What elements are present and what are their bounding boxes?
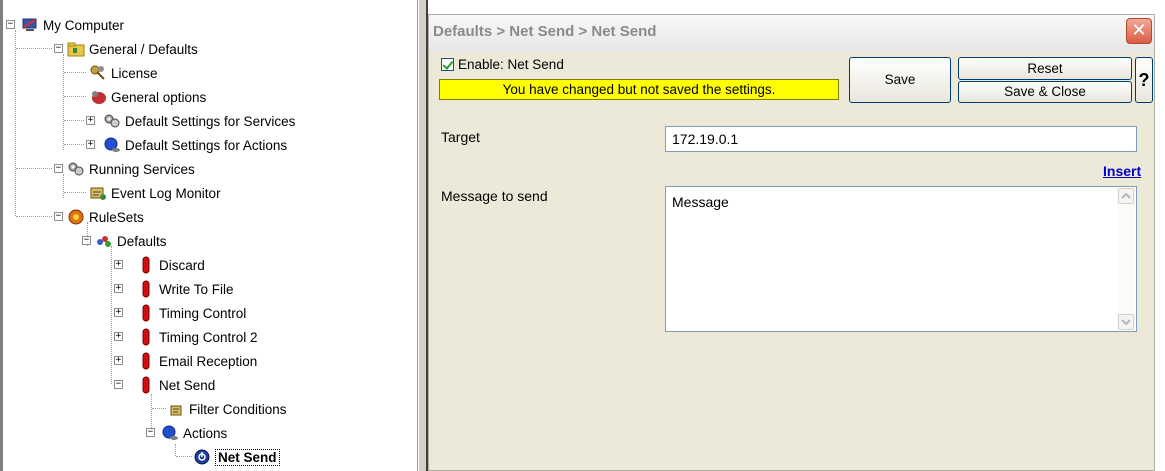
tree-label: My Computer xyxy=(43,17,125,33)
tree-item-discard[interactable]: Discard xyxy=(137,254,205,276)
tree-label: Filter Conditions xyxy=(189,401,287,417)
tree-item-event-log-monitor[interactable]: Event Log Monitor xyxy=(89,182,221,204)
actions-icon xyxy=(161,424,179,442)
collapse-icon[interactable]: − xyxy=(54,164,63,173)
filter-icon xyxy=(167,400,185,418)
tree-item-default-services[interactable]: Default Settings for Services xyxy=(103,110,295,132)
pane-splitter[interactable] xyxy=(418,0,428,471)
rule-icon xyxy=(137,256,155,274)
tree-label: RuleSets xyxy=(89,209,144,225)
save-close-button[interactable]: Save & Close xyxy=(958,81,1132,103)
tree-label: Default Settings for Actions xyxy=(125,137,288,153)
tree-label: Running Services xyxy=(89,161,195,177)
tree-view[interactable]: − My Computer − General / Defaults Licen… xyxy=(0,0,418,471)
tree-label: Event Log Monitor xyxy=(111,185,221,201)
tree-item-write-to-file[interactable]: Write To File xyxy=(137,278,234,300)
tree-label: General options xyxy=(111,89,207,105)
tree-item-timing-control[interactable]: Timing Control xyxy=(137,302,246,324)
tree-item-timing-control-2[interactable]: Timing Control 2 xyxy=(137,326,258,348)
defaults-icon xyxy=(95,232,113,250)
collapse-icon[interactable]: − xyxy=(114,380,123,389)
expand-icon[interactable]: + xyxy=(114,332,123,341)
gears-icon xyxy=(67,160,85,178)
expand-icon[interactable]: + xyxy=(86,116,95,125)
gears-icon xyxy=(103,112,121,130)
insert-link[interactable]: Insert xyxy=(1103,163,1141,179)
unsaved-warning-banner: You have changed but not saved the setti… xyxy=(439,79,839,100)
enable-checkbox-row[interactable]: Enable: Net Send xyxy=(441,57,564,72)
tree-item-defaults[interactable]: Defaults xyxy=(95,230,167,252)
expand-icon[interactable]: + xyxy=(114,356,123,365)
tree-item-email-reception[interactable]: Email Reception xyxy=(137,350,257,372)
tree-label: Timing Control 2 xyxy=(159,329,258,345)
tree-item-filter-conditions[interactable]: Filter Conditions xyxy=(167,398,287,420)
tree-label: License xyxy=(111,65,158,81)
target-input[interactable]: 172.19.0.1 xyxy=(665,126,1137,152)
expand-icon[interactable]: + xyxy=(114,260,123,269)
rule-icon xyxy=(137,280,155,298)
tree-label: Net Send xyxy=(215,448,280,466)
expand-icon[interactable]: + xyxy=(114,308,123,317)
rule-icon xyxy=(137,304,155,322)
tree-item-net-send-action[interactable]: Net Send xyxy=(193,446,280,468)
computer-icon xyxy=(21,16,39,34)
tree-item-net-send-rule[interactable]: Net Send xyxy=(137,374,215,396)
tree-label: Actions xyxy=(183,425,228,441)
settings-panel: Defaults > Net Send > Net Send ✕ Enable:… xyxy=(428,14,1155,471)
tree-label: Defaults xyxy=(117,233,167,249)
tree-item-general-options[interactable]: General options xyxy=(89,86,206,108)
tree-label: Write To File xyxy=(159,281,234,297)
tree-item-license[interactable]: License xyxy=(89,62,158,84)
netsend-icon xyxy=(193,448,211,466)
tree-label: Net Send xyxy=(159,377,216,393)
message-label: Message to send xyxy=(441,188,548,204)
tree-item-my-computer[interactable]: My Computer xyxy=(21,14,124,36)
help-button[interactable]: ? xyxy=(1135,57,1153,103)
tree-item-general-defaults[interactable]: General / Defaults xyxy=(67,38,198,60)
collapse-icon[interactable]: − xyxy=(54,212,63,221)
collapse-icon[interactable]: − xyxy=(54,44,63,53)
close-button[interactable]: ✕ xyxy=(1126,18,1152,44)
breadcrumb: Defaults > Net Send > Net Send xyxy=(433,23,657,40)
enable-label: Enable: Net Send xyxy=(458,57,564,72)
enable-checkbox[interactable] xyxy=(441,58,454,71)
save-button[interactable]: Save xyxy=(849,57,951,103)
monitor-icon xyxy=(89,184,107,202)
target-label: Target xyxy=(441,129,480,145)
message-textarea[interactable]: Message xyxy=(665,186,1137,332)
options-icon xyxy=(89,88,107,106)
tree-label: Discard xyxy=(159,257,205,273)
ruleset-icon xyxy=(67,208,85,226)
rule-icon xyxy=(137,376,155,394)
collapse-icon[interactable]: − xyxy=(82,236,91,245)
tree-item-default-actions[interactable]: Default Settings for Actions xyxy=(103,134,287,156)
rule-icon xyxy=(137,352,155,370)
rule-icon xyxy=(137,328,155,346)
tree-label: Email Reception xyxy=(159,353,258,369)
scroll-down-icon[interactable] xyxy=(1118,314,1134,330)
expand-icon[interactable]: + xyxy=(86,140,95,149)
tree-item-actions[interactable]: Actions xyxy=(161,422,227,444)
collapse-icon[interactable]: − xyxy=(146,428,155,437)
keys-icon xyxy=(89,64,107,82)
reset-button[interactable]: Reset xyxy=(958,57,1132,80)
tree-label: Timing Control xyxy=(159,305,247,321)
tree-item-rulesets[interactable]: RuleSets xyxy=(67,206,144,228)
tree-item-running-services[interactable]: Running Services xyxy=(67,158,195,180)
collapse-icon[interactable]: − xyxy=(6,20,15,29)
folder-icon xyxy=(67,40,85,58)
expand-icon[interactable]: + xyxy=(114,284,123,293)
tree-label: General / Defaults xyxy=(89,41,198,57)
tree-label: Default Settings for Services xyxy=(125,113,296,129)
message-text: Message xyxy=(672,194,729,210)
actions-icon xyxy=(103,136,121,154)
close-icon: ✕ xyxy=(1131,20,1147,40)
message-scrollbar[interactable] xyxy=(1117,188,1135,330)
settings-header: Defaults > Net Send > Net Send ✕ xyxy=(429,15,1154,53)
scroll-up-icon[interactable] xyxy=(1118,188,1134,204)
